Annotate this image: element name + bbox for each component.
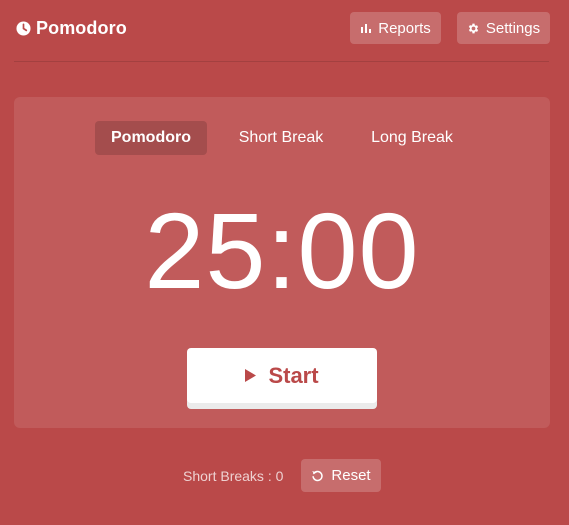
tab-short-break[interactable]: Short Break	[226, 121, 336, 155]
start-label: Start	[268, 362, 319, 388]
footer: Short Breaks : 0 Reset	[0, 459, 569, 492]
clock-icon	[16, 21, 31, 36]
app-title: Pomodoro	[36, 18, 127, 38]
reset-icon	[311, 469, 324, 482]
reset-label: Reset	[331, 467, 371, 484]
settings-button[interactable]: Settings	[457, 12, 550, 44]
start-button[interactable]: Start	[187, 348, 377, 403]
tab-long-break[interactable]: Long Break	[359, 121, 465, 155]
timer-display: 25:00	[144, 190, 420, 311]
bar-chart-icon	[360, 22, 372, 34]
gear-icon	[467, 22, 480, 35]
tab-pomodoro[interactable]: Pomodoro	[95, 121, 207, 155]
reports-button[interactable]: Reports	[350, 12, 441, 44]
settings-label: Settings	[485, 19, 541, 37]
short-breaks-counter: Short Breaks : 0	[183, 468, 284, 484]
timer-card: Pomodoro Short Break Long Break 25:00 St…	[14, 97, 550, 428]
mode-tabs: Pomodoro Short Break Long Break	[14, 121, 550, 155]
reset-button[interactable]: Reset	[301, 459, 381, 492]
header: Pomodoro Reports Settings	[14, 0, 550, 62]
play-icon	[245, 369, 257, 382]
reports-label: Reports	[378, 19, 431, 37]
brand: Pomodoro	[16, 18, 127, 39]
